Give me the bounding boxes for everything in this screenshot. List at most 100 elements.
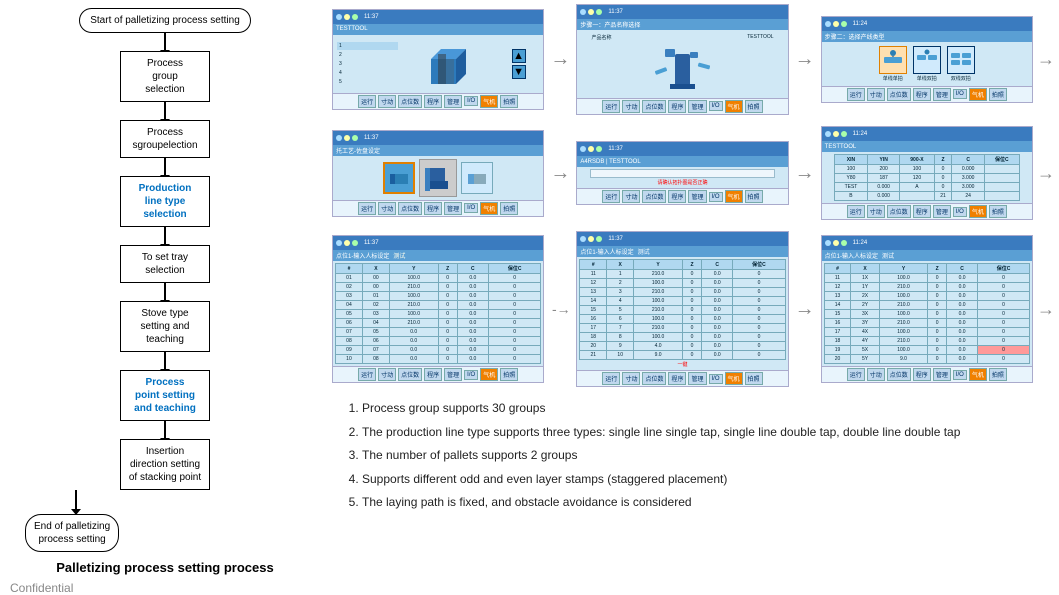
sc-btn-air-13[interactable]: 气机 [969, 88, 987, 101]
sc-body-22: 请确认拓扑图是否正确 [577, 167, 787, 188]
sc-btn-photo-23[interactable]: 拍照 [989, 205, 1007, 218]
sc-btn-photo[interactable]: 拍照 [500, 95, 518, 108]
sc-btn-run-13[interactable]: 运行 [847, 88, 865, 101]
sc-time-31: 11:37 [364, 240, 379, 246]
option-double-double[interactable] [947, 46, 975, 74]
sc-btn-io-23[interactable]: I/O [953, 207, 967, 217]
sc-btn-photo-32[interactable]: 拍照 [745, 372, 763, 385]
sc-list: 1 2 3 4 5 [337, 42, 398, 86]
sc-btn-air-21[interactable]: 气机 [480, 202, 498, 215]
sc-btn-air-32[interactable]: 气机 [725, 372, 743, 385]
arrow-r1-3: → [1035, 49, 1057, 70]
sc-btn-run-32[interactable]: 运行 [602, 372, 620, 385]
arrow-3 [164, 158, 166, 176]
sc-btn-photo-13[interactable]: 拍照 [989, 88, 1007, 101]
sc-footer-13: 运行 寸动 点位数 程序 管理 I/O 气机 拍照 [822, 86, 1032, 102]
sc-btn-mgr-23[interactable]: 管理 [933, 205, 951, 218]
sc-btn-run-33[interactable]: 运行 [847, 368, 865, 381]
sc-body-33: #XYZC保位C 111X100.000.00 121Y210.000.00 1… [822, 261, 1032, 366]
info-item-5: The laying path is fixed, and obstacle a… [362, 492, 1047, 514]
sc-point-table-33: #XYZC保位C 111X100.000.00 121Y210.000.00 1… [824, 263, 1030, 364]
sc-btn-inch-13[interactable]: 寸动 [867, 88, 885, 101]
sc-btn-run-12[interactable]: 运行 [602, 100, 620, 113]
sc-down-btn[interactable]: ▼ [512, 65, 526, 79]
sc-btn-inch-21[interactable]: 寸动 [378, 202, 396, 215]
sc-btn-run-21[interactable]: 运行 [358, 202, 376, 215]
sc-btn-mgr-22[interactable]: 管理 [688, 190, 706, 203]
sc-btn-io-31[interactable]: I/O [464, 370, 478, 380]
sc-btn-inch[interactable]: 寸动 [378, 95, 396, 108]
sc-btn-io-32[interactable]: I/O [709, 374, 723, 384]
sc-btn-io[interactable]: I/O [464, 96, 478, 106]
sc-btn-pos-12[interactable]: 点位数 [642, 100, 666, 113]
sc-btn-mgr-21[interactable]: 管理 [444, 202, 462, 215]
sc-btn-inch-33[interactable]: 寸动 [867, 368, 885, 381]
sc-btn-mgr[interactable]: 管理 [444, 95, 462, 108]
sc-btn-prog-31[interactable]: 程序 [424, 368, 442, 381]
sc-btn-pos-32[interactable]: 点位数 [642, 372, 666, 385]
sc-btn-photo-22[interactable]: 拍照 [745, 190, 763, 203]
conveyor-grid [590, 169, 776, 178]
arrow-r3-2: → [791, 298, 819, 321]
sc-btn-io-21[interactable]: I/O [464, 203, 478, 213]
sc-btn-pos-23[interactable]: 点位数 [887, 205, 911, 218]
option-single-double[interactable] [913, 46, 941, 74]
sc-btn-prog-13[interactable]: 程序 [913, 88, 931, 101]
shape-option-2[interactable] [419, 159, 457, 197]
sc-btn-prog-23[interactable]: 程序 [913, 205, 931, 218]
sc-btn-air-22[interactable]: 气机 [725, 190, 743, 203]
sc-btn-pos[interactable]: 点位数 [398, 95, 422, 108]
sc-up-btn[interactable]: ▲ [512, 49, 526, 63]
sc-btn-mgr-33[interactable]: 管理 [933, 368, 951, 381]
sc-btn-air-33[interactable]: 气机 [969, 368, 987, 381]
sc-btn-air-23[interactable]: 气机 [969, 205, 987, 218]
sc-btn-inch-31[interactable]: 寸动 [378, 368, 396, 381]
info-panel: Process group supports 30 groups The pro… [330, 390, 1059, 567]
sc-btn-io-33[interactable]: I/O [953, 370, 967, 380]
sc-btn-inch-12[interactable]: 寸动 [622, 100, 640, 113]
sc-btn-pos-33[interactable]: 点位数 [887, 368, 911, 381]
option-single-single[interactable] [879, 46, 907, 74]
flow-box-stove: Stove typesetting andteaching [120, 301, 210, 352]
sc-btn-pos-13[interactable]: 点位数 [887, 88, 911, 101]
shape-option-3[interactable] [461, 162, 493, 194]
sc-btn-photo-31[interactable]: 拍照 [500, 368, 518, 381]
sc-btn-mgr-31[interactable]: 管理 [444, 368, 462, 381]
sc-btn-run-23[interactable]: 运行 [847, 205, 865, 218]
sc-btn-prog-21[interactable]: 程序 [424, 202, 442, 215]
sc-btn-photo-21[interactable]: 拍照 [500, 202, 518, 215]
sc-btn-prog[interactable]: 程序 [424, 95, 442, 108]
sc-btn-prog-32[interactable]: 程序 [668, 372, 686, 385]
sc-btn-air[interactable]: 气机 [480, 95, 498, 108]
screenshot-1-1: 11:37 TESTTOOL 1 2 3 4 5 [332, 9, 544, 110]
sc-btn-inch-32[interactable]: 寸动 [622, 372, 640, 385]
sc-footer-31: 运行 寸动 点位数 程序 管理 I/O 气机 拍照 [333, 366, 543, 382]
screenshots-row-2: 11:37 托工艺-佐盘设定 [332, 117, 1057, 229]
sc-title-23: TESTTOOL [822, 141, 1032, 152]
sc-btn-photo-33[interactable]: 拍照 [989, 368, 1007, 381]
sc-btn-air-31[interactable]: 气机 [480, 368, 498, 381]
sc-btn-pos-21[interactable]: 点位数 [398, 202, 422, 215]
sc-btn-mgr-32[interactable]: 管理 [688, 372, 706, 385]
sc-title-13: 步骤二：选择产线类型 [822, 31, 1032, 42]
sc-btn-inch-23[interactable]: 寸动 [867, 205, 885, 218]
sc-btn-air-12[interactable]: 气机 [725, 100, 743, 113]
sc-btn-prog-22[interactable]: 程序 [668, 190, 686, 203]
sc-btn-photo-12[interactable]: 拍照 [745, 100, 763, 113]
sc-btn-inch-22[interactable]: 寸动 [622, 190, 640, 203]
sc-btn-run[interactable]: 运行 [358, 95, 376, 108]
sc-btn-prog-12[interactable]: 程序 [668, 100, 686, 113]
sc-btn-run-22[interactable]: 运行 [602, 190, 620, 203]
sc-btn-pos-31[interactable]: 点位数 [398, 368, 422, 381]
sc-btn-run-31[interactable]: 运行 [358, 368, 376, 381]
sc-btn-io-13[interactable]: I/O [953, 89, 967, 99]
arrow-6 [164, 352, 166, 370]
shape-option-1[interactable] [383, 162, 415, 194]
sc-btn-mgr-13[interactable]: 管理 [933, 88, 951, 101]
sc-btn-io-22[interactable]: I/O [709, 192, 723, 202]
sc-btn-prog-33[interactable]: 程序 [913, 368, 931, 381]
sc-body: 1 2 3 4 5 [333, 35, 543, 93]
sc-btn-pos-22[interactable]: 点位数 [642, 190, 666, 203]
sc-btn-mgr-12[interactable]: 管理 [688, 100, 706, 113]
sc-btn-io-12[interactable]: I/O [709, 101, 723, 111]
